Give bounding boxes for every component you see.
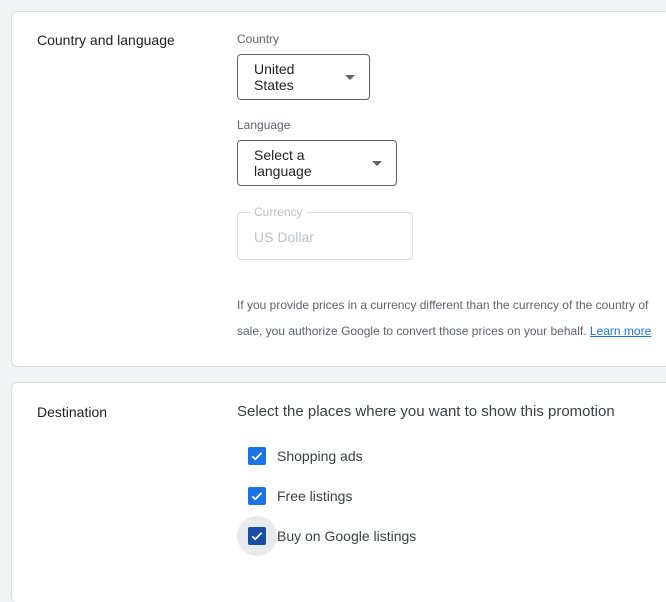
buy-on-google-label: Buy on Google listings <box>277 528 417 544</box>
learn-more-link[interactable]: Learn more <box>590 324 651 338</box>
helper-text: If you provide prices in a currency diff… <box>237 298 649 338</box>
option-buy-on-google[interactable]: Buy on Google listings <box>237 516 416 556</box>
buy-on-google-checkbox[interactable] <box>237 516 277 556</box>
currency-field: Currency US Dollar <box>237 205 413 260</box>
checkmark-icon <box>251 492 263 501</box>
destination-card: Destination Select the places where you … <box>11 382 666 602</box>
shopping-ads-checkbox[interactable] <box>237 436 277 476</box>
section-title-country-language: Country and language <box>37 32 175 48</box>
option-free-listings[interactable]: Free listings <box>237 476 352 516</box>
currency-label: Currency <box>250 205 307 219</box>
language-select-value: Select a language <box>254 147 312 179</box>
language-label: Language <box>237 118 291 132</box>
destination-heading: Select the places where you want to show… <box>237 403 615 420</box>
free-listings-label: Free listings <box>277 488 353 504</box>
country-select[interactable]: United States <box>237 54 370 100</box>
shopping-ads-label: Shopping ads <box>277 448 363 464</box>
section-title-destination: Destination <box>37 404 108 420</box>
country-label: Country <box>237 32 280 46</box>
free-listings-checkbox[interactable] <box>237 476 277 516</box>
country-language-card: Country and language Country United Stat… <box>11 11 666 367</box>
language-select[interactable]: Select a language <box>237 140 397 186</box>
currency-value: US Dollar <box>254 229 314 245</box>
checkbox-box <box>248 487 266 505</box>
checkmark-icon <box>251 532 263 541</box>
checkmark-icon <box>251 452 263 461</box>
dropdown-arrow-icon <box>345 74 355 80</box>
option-shopping-ads[interactable]: Shopping ads <box>237 436 363 476</box>
dropdown-arrow-icon <box>372 160 382 166</box>
checkbox-box <box>248 527 266 545</box>
checkbox-box <box>248 447 266 465</box>
country-select-value: United States <box>254 61 295 93</box>
currency-helper-text: If you provide prices in a currency diff… <box>237 292 657 344</box>
